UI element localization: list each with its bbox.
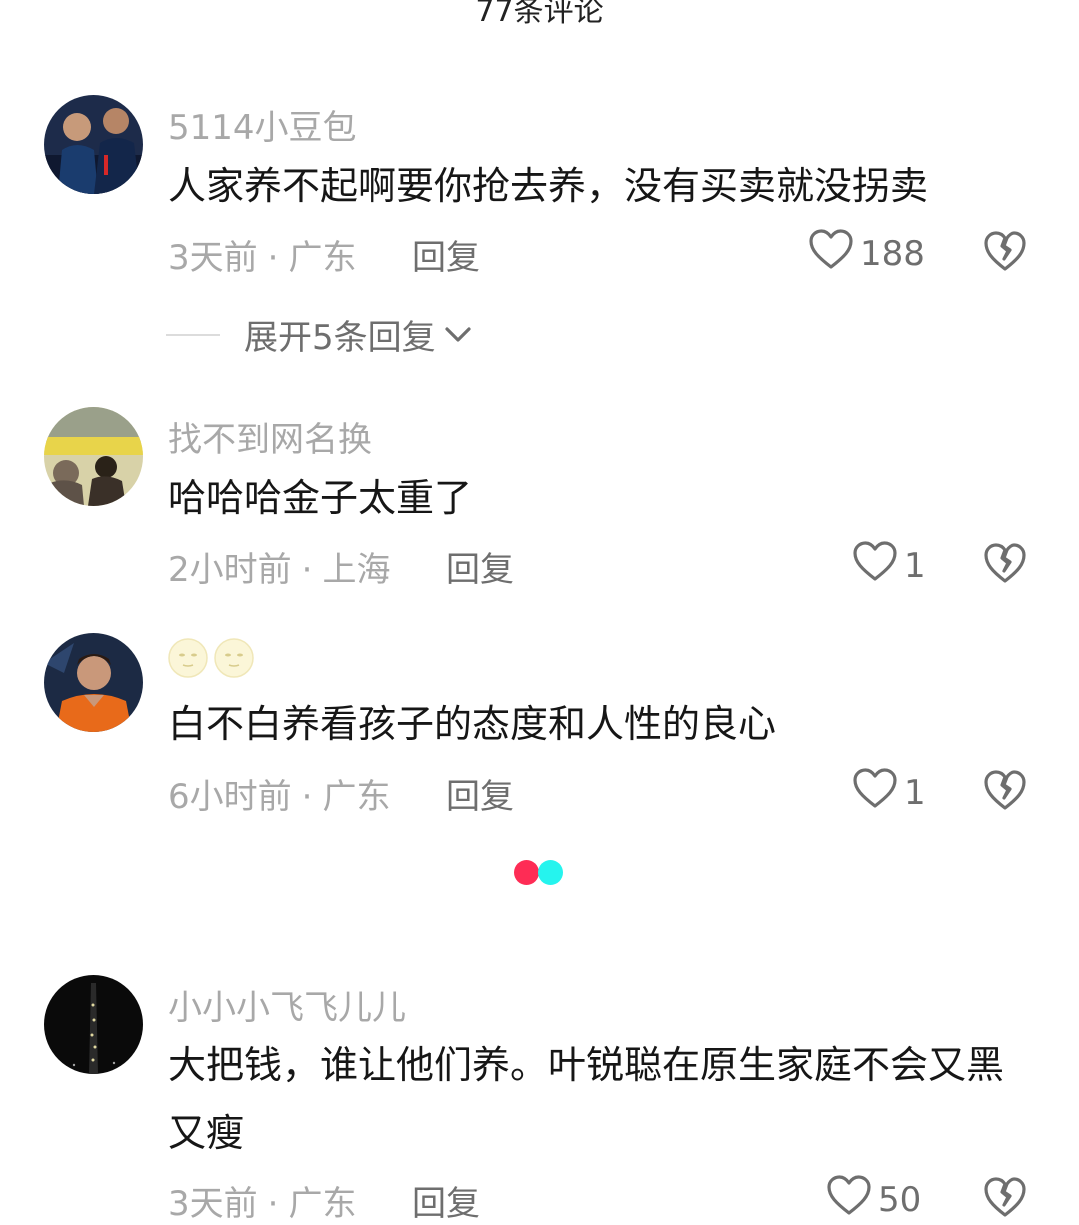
comment-location: 广东: [288, 238, 357, 278]
moon-face-icon: [214, 638, 254, 682]
separator-dot: ·: [267, 238, 279, 278]
loader-dot-cyan: [538, 860, 563, 885]
broken-heart-icon: [983, 1177, 1027, 1222]
comment-location: 广东: [288, 1184, 357, 1224]
like-count: 188: [860, 233, 925, 274]
separator-dot: ·: [267, 1184, 279, 1224]
heart-icon: [808, 228, 854, 279]
comment-location: 上海: [322, 550, 391, 590]
expand-replies-button[interactable]: 展开5条回复: [166, 310, 472, 359]
comment-meta: 6小时前 · 广东: [168, 769, 390, 818]
divider-line: [166, 333, 220, 336]
avatar[interactable]: [44, 975, 143, 1074]
dislike-button[interactable]: [983, 769, 1027, 815]
heart-icon: [826, 1174, 872, 1225]
reply-button[interactable]: 回复: [412, 1176, 480, 1225]
reply-button[interactable]: 回复: [446, 542, 514, 591]
avatar[interactable]: [44, 95, 143, 194]
like-count: 1: [904, 545, 926, 586]
avatar[interactable]: [44, 407, 143, 506]
comment-count-title: 77条评论: [475, 0, 604, 29]
like-button[interactable]: 50: [826, 1174, 921, 1225]
heart-icon: [852, 540, 898, 591]
comment-time: 3天前: [168, 1184, 258, 1224]
loader-dot-red: [514, 860, 539, 885]
separator-dot: ·: [301, 550, 313, 590]
comment-meta: 3天前 · 广东: [168, 230, 356, 279]
comment-meta: 3天前 · 广东: [168, 1176, 356, 1225]
dislike-button[interactable]: [983, 230, 1027, 276]
like-button[interactable]: 1: [852, 767, 926, 818]
comment-text: 人家养不起啊要你抢去养，没有买卖就没拐卖: [168, 164, 929, 208]
comment-location: 广东: [322, 777, 391, 817]
moon-face-icon: [168, 638, 208, 682]
broken-heart-icon: [983, 770, 1027, 815]
comment-text: 哈哈哈金子太重了: [168, 476, 473, 520]
comment-time: 2小时前: [168, 550, 292, 590]
username[interactable]: 小小小飞飞儿儿: [168, 980, 406, 1029]
avatar[interactable]: [44, 633, 143, 732]
comment-text: 大把钱，谁让他们养。叶锐聪在原生家庭不会又黑又瘦: [168, 1043, 1005, 1155]
comment-text: 白不白养看孩子的态度和人性的良心: [168, 702, 777, 746]
like-button[interactable]: 188: [808, 228, 925, 279]
comment-time: 3天前: [168, 238, 258, 278]
like-button[interactable]: 1: [852, 540, 926, 591]
broken-heart-icon: [983, 543, 1027, 588]
comment-time: 6小时前: [168, 777, 292, 817]
like-count: 1: [904, 772, 926, 813]
comment-meta: 2小时前 · 上海: [168, 542, 390, 591]
dislike-button[interactable]: [983, 1176, 1027, 1222]
chevron-down-icon: [444, 326, 472, 344]
expand-label: 展开5条回复: [244, 318, 436, 358]
dislike-button[interactable]: [983, 542, 1027, 588]
heart-icon: [852, 767, 898, 818]
separator-dot: ·: [301, 777, 313, 817]
reply-button[interactable]: 回复: [412, 230, 480, 279]
username[interactable]: 找不到网名换: [168, 412, 372, 461]
reply-button[interactable]: 回复: [446, 769, 514, 818]
username-emoji[interactable]: [168, 638, 254, 682]
username[interactable]: 5114小豆包: [168, 100, 357, 149]
loading-indicator: [514, 860, 563, 885]
broken-heart-icon: [983, 231, 1027, 276]
